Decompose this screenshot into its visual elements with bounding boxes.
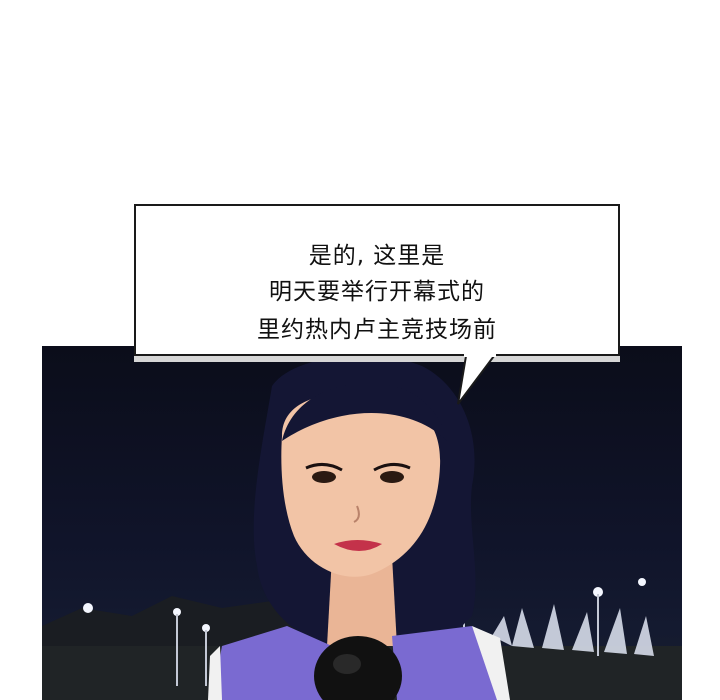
bubble-tail [457, 351, 496, 405]
